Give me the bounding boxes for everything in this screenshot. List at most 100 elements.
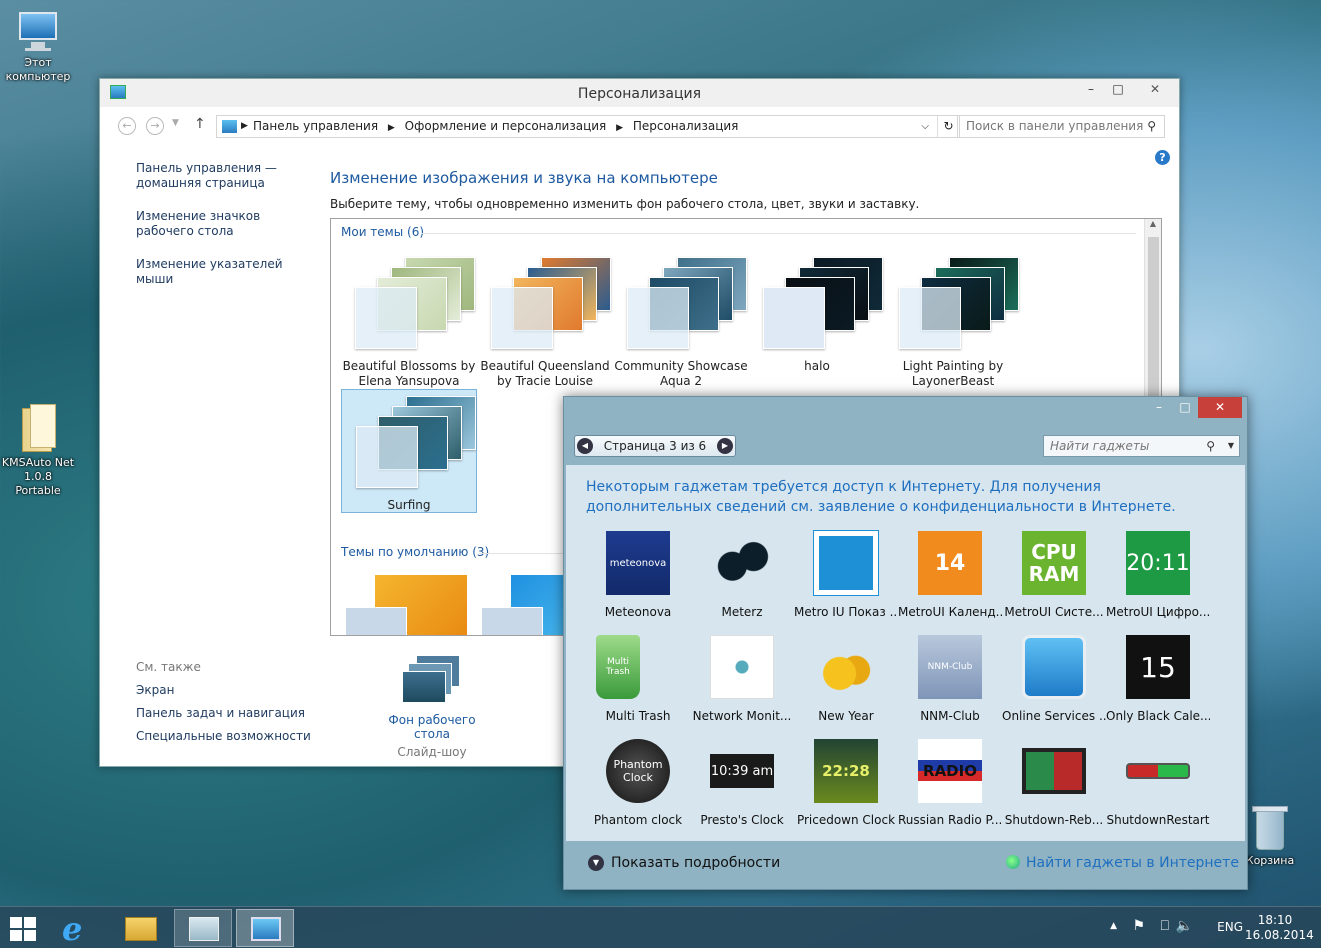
breadcrumb-sep-icon: ▶ (616, 123, 624, 133)
gadget-item[interactable]: 22:28 Pricedown Clock (794, 739, 898, 839)
help-icon[interactable]: ? (1155, 150, 1170, 165)
scroll-thumb[interactable] (1148, 237, 1159, 397)
search-input[interactable]: Поиск в панели управления ⚲ (957, 115, 1165, 138)
see-also-link-taskbar[interactable]: Панель задач и навигация (136, 702, 311, 725)
gadget-label: New Year (818, 709, 874, 723)
theme-item[interactable]: Surfing (341, 389, 477, 513)
minimize-button[interactable]: – (1146, 397, 1172, 418)
search-dropdown-icon[interactable]: ▼ (1228, 436, 1234, 456)
desktop-icon-label: KMSAuto Net 1.0.8 Portable (1, 456, 75, 497)
clock-date: 16.08.2014 (1245, 928, 1314, 942)
theme-item[interactable]: Light Painting by LayonerBeast (885, 251, 1021, 388)
volume-icon[interactable]: 🔈 (1176, 918, 1193, 934)
online-gadgets-link[interactable]: Найти гаджеты в Интернете (1026, 855, 1239, 871)
desktop-icon-kmsauto[interactable]: KMSAuto Net 1.0.8 Portable (0, 404, 76, 498)
show-details-button[interactable]: Показать подробности (611, 855, 780, 871)
gadget-item[interactable]: Shutdown-Reb... (1002, 739, 1106, 839)
next-page-button[interactable]: ▶ (717, 438, 733, 454)
gadget-icon-text: 14 (934, 550, 966, 576)
maximize-button[interactable]: □ (1172, 397, 1198, 418)
internet-notice[interactable]: Некоторым гаджетам требуется доступ к Ин… (586, 477, 1206, 517)
taskbar-explorer-button[interactable] (112, 909, 170, 947)
gadget-item[interactable]: Online Services ... (1002, 635, 1106, 735)
close-button[interactable]: ✕ (1198, 397, 1242, 418)
network-icon (710, 635, 774, 699)
gadget-icon-text: 20:11 (1126, 550, 1190, 576)
gadget-item[interactable]: New Year (794, 635, 898, 735)
close-button[interactable]: ✕ (1131, 79, 1179, 100)
gadget-item[interactable]: 10:39 am Presto's Clock (690, 739, 794, 839)
radio-icon: RADIO (918, 739, 982, 803)
gadget-item[interactable]: Meterz (690, 531, 794, 631)
address-bar[interactable]: ▶ Панель управления ▶ Оформление и персо… (216, 115, 960, 138)
up-button[interactable]: ↑ (194, 116, 206, 132)
group-default-themes: Темы по умолчанию (3) (341, 545, 490, 559)
gadget-item[interactable]: Metro IU Показ ... (794, 531, 898, 631)
gadget-label: NNM-Club (920, 709, 980, 723)
back-button[interactable]: ← (118, 117, 136, 135)
gadget-item[interactable]: 20:11 MetroUI Цифро... (1106, 531, 1210, 631)
clock[interactable]: 18:10 16.08.2014 (1245, 913, 1314, 943)
wallpaper-setting[interactable]: Фон рабочего стола Слайд-шоу (372, 655, 492, 759)
breadcrumb-item[interactable]: Персонализация (633, 119, 739, 133)
gadget-item[interactable]: Network Monit... (690, 635, 794, 735)
nav-link-home[interactable]: Панель управления — домашняя страница (136, 161, 311, 191)
gadget-item[interactable]: Phantom Clock Phantom clock (586, 739, 690, 839)
default-theme-preview[interactable] (345, 569, 469, 635)
theme-name: halo (804, 359, 830, 373)
gadget-item[interactable]: ShutdownRestart (1106, 739, 1210, 839)
see-also-link-display[interactable]: Экран (136, 679, 311, 702)
nav-link-mouse-pointers[interactable]: Изменение указателей мыши (136, 257, 311, 287)
maximize-button[interactable]: □ (1105, 79, 1131, 100)
calendar-icon: 14 (918, 531, 982, 595)
title-bar[interactable]: Персонализация – □ ✕ (100, 79, 1179, 107)
page-label: Страница 3 из 6 (603, 439, 707, 453)
gadget-search-input[interactable]: Найти гаджеты ⚲ ▼ (1043, 435, 1240, 457)
gadget-icon-text: 22:28 (822, 762, 870, 780)
page-title: Изменение изображения и звука на компьют… (330, 169, 718, 187)
see-also-link-accessibility[interactable]: Специальные возможности (136, 725, 311, 748)
wallpaper-value: Слайд-шоу (397, 745, 467, 759)
nav-link-desktop-icons[interactable]: Изменение значков рабочего стола (136, 209, 311, 239)
breadcrumb-item[interactable]: Панель управления (253, 119, 378, 133)
gadget-item[interactable]: Multi Trash Multi Trash (586, 635, 690, 735)
minimize-button[interactable]: – (1077, 79, 1105, 100)
pricedown-clock-icon: 22:28 (814, 739, 878, 803)
language-indicator[interactable]: ENG (1217, 920, 1243, 934)
left-navigation: Панель управления — домашняя страница Из… (136, 161, 311, 305)
taskbar-gadgets-button[interactable] (174, 909, 232, 947)
theme-item[interactable]: Beautiful Queensland by Tracie Louise (477, 251, 613, 388)
gadget-item[interactable]: 14 MetroUI Календ... (898, 531, 1002, 631)
theme-item[interactable]: Community Showcase Aqua 2 (613, 251, 749, 388)
gadget-item[interactable]: RADIO Russian Radio P... (898, 739, 1002, 839)
prev-page-button[interactable]: ◀ (577, 438, 593, 454)
breadcrumb-item[interactable]: Оформление и персонализация (405, 119, 607, 133)
network-icon[interactable]: ⎕ (1161, 918, 1169, 934)
action-center-flag-icon[interactable]: ⚑ (1132, 918, 1145, 934)
expand-icon[interactable]: ▼ (588, 855, 604, 871)
gadget-item[interactable]: NNM-Club NNM-Club (898, 635, 1002, 735)
forward-button[interactable]: → (146, 117, 164, 135)
theme-item[interactable]: halo (749, 251, 885, 375)
refresh-icon[interactable]: ↻ (937, 116, 959, 137)
address-dropdown-icon[interactable]: ⌵ (921, 116, 929, 137)
gadget-item[interactable]: CPU RAM MetroUI Систе... (1002, 531, 1106, 631)
gadget-label: ShutdownRestart (1106, 813, 1210, 827)
theme-item[interactable]: Beautiful Blossoms by Elena Yansupova (341, 251, 477, 388)
taskbar-ie-button[interactable]: e (50, 909, 108, 947)
show-hidden-icons-icon[interactable]: ▲ (1110, 921, 1117, 931)
gadget-label: Multi Trash (605, 709, 671, 723)
gadget-icon-text: 10:39 am (710, 763, 774, 779)
phantom-clock-icon: Phantom Clock (606, 739, 670, 803)
gadget-item[interactable]: meteonova Meteonova (586, 531, 690, 631)
trash-icon: Multi Trash (596, 635, 640, 699)
scroll-up-icon[interactable]: ▲ (1145, 219, 1161, 228)
taskbar-control-panel-button[interactable] (236, 909, 294, 947)
internet-explorer-icon: e (62, 910, 83, 948)
gadgets-title-bar[interactable]: – □ ✕ (564, 397, 1247, 423)
nnm-icon: NNM-Club (918, 635, 982, 699)
gadget-item[interactable]: 15 Only Black Cale... (1106, 635, 1210, 735)
group-divider (421, 233, 1136, 234)
desktop-icon-computer[interactable]: Этот компьютер (0, 10, 76, 84)
recent-dropdown-icon[interactable]: ▼ (172, 118, 179, 128)
